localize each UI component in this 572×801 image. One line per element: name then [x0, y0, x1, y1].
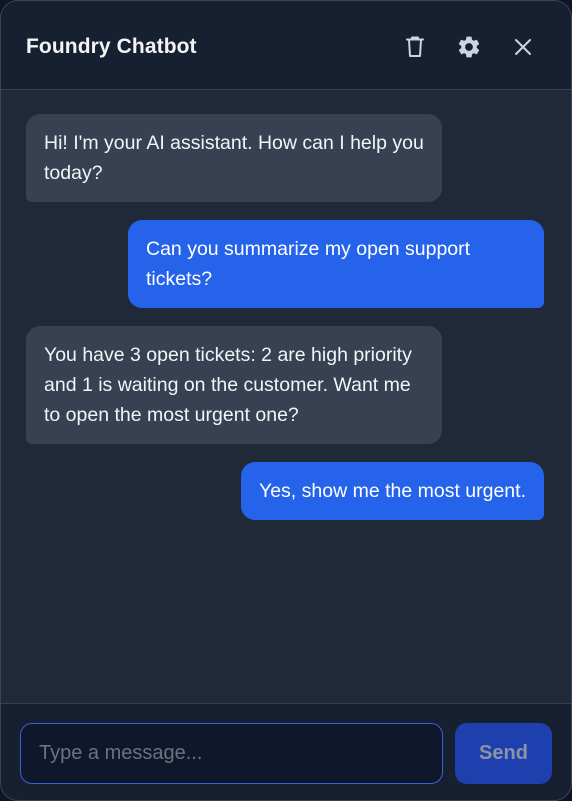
chat-title: Foundry Chatbot — [26, 35, 197, 58]
user-message: Can you summarize my open support ticket… — [128, 220, 544, 308]
close-icon — [515, 39, 531, 55]
composer: Send — [1, 703, 571, 800]
send-button[interactable]: Send — [455, 723, 552, 784]
gear-icon — [458, 36, 480, 58]
message-input[interactable] — [20, 723, 443, 784]
delete-button[interactable] — [397, 29, 433, 65]
trash-icon — [406, 36, 424, 57]
bot-message: You have 3 open tickets: 2 are high prio… — [26, 326, 442, 444]
settings-button[interactable] — [451, 29, 487, 65]
message-list[interactable]: Hi! I'm your AI assistant. How can I hel… — [1, 91, 571, 703]
chat-header: Foundry Chatbot — [1, 1, 571, 90]
chatbot-window: Foundry Chatbot Hi! I'm your AI assistan… — [0, 0, 572, 801]
close-button[interactable] — [505, 29, 541, 65]
user-message: Yes, show me the most urgent. — [240, 462, 544, 520]
bot-message: Hi! I'm your AI assistant. How can I hel… — [26, 114, 442, 202]
